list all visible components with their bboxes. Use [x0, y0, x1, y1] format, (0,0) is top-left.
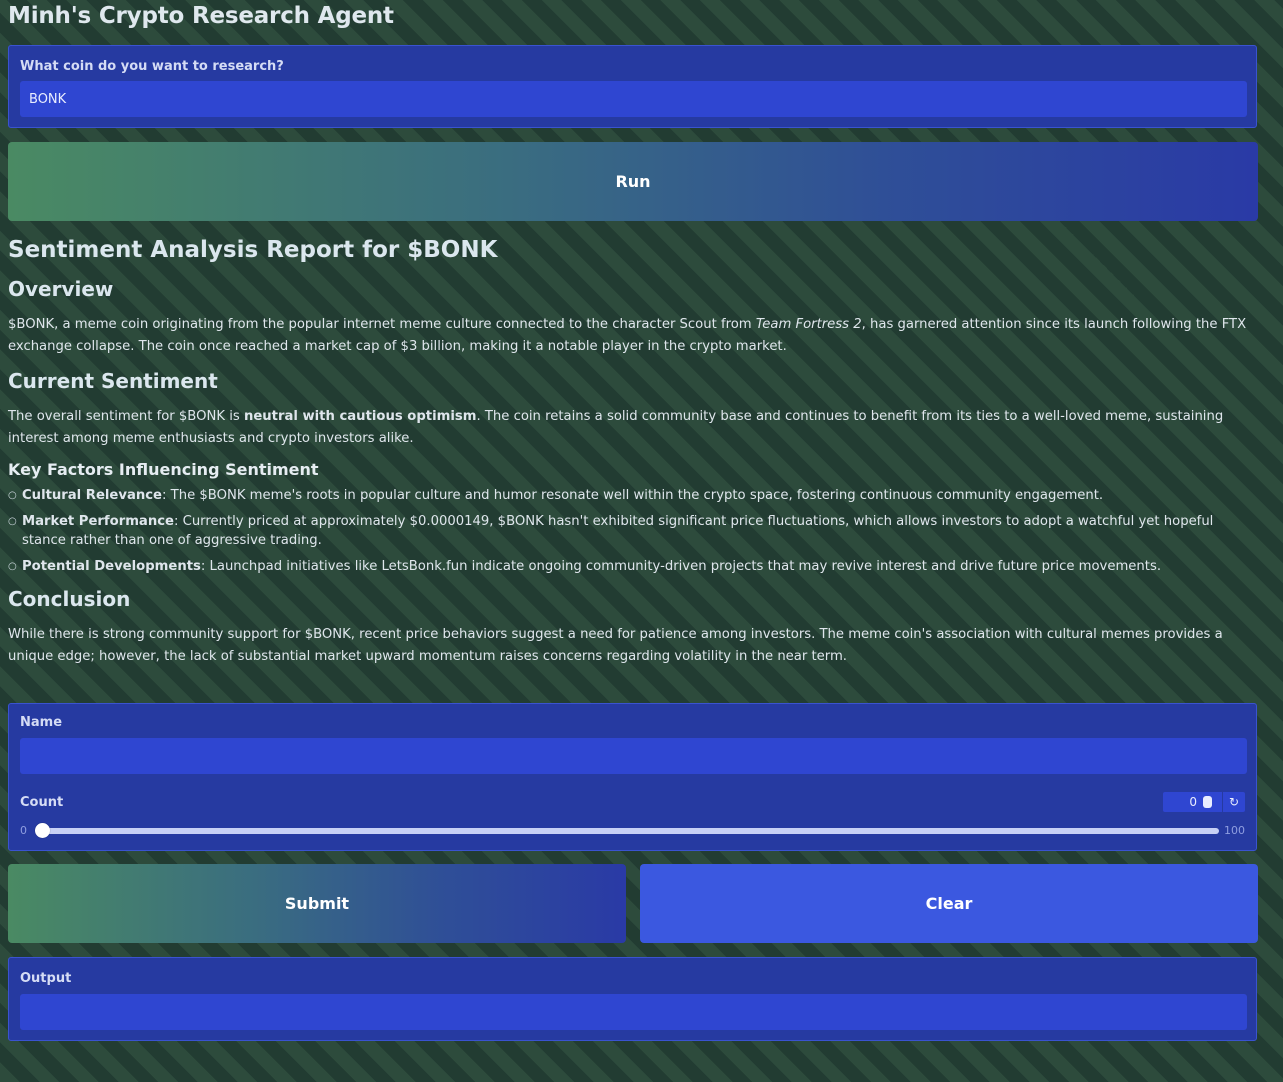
- bullet-icon: ○: [8, 490, 17, 501]
- clear-button[interactable]: Clear: [640, 864, 1258, 943]
- coin-input[interactable]: [20, 81, 1247, 117]
- research-panel: What coin do you want to research?: [8, 45, 1257, 128]
- factors-heading: Key Factors Influencing Sentiment: [8, 460, 319, 479]
- app-title: Minh's Crypto Research Agent: [8, 3, 394, 29]
- count-slider-track[interactable]: [41, 828, 1219, 834]
- spinner-arrows-icon[interactable]: [1203, 796, 1212, 808]
- output-field[interactable]: [20, 994, 1247, 1030]
- conclusion-text: While there is strong community support …: [8, 627, 1223, 664]
- list-item: ○ Potential Developments: Launchpad initi…: [8, 557, 1258, 576]
- factor-title: Market Performance: [22, 514, 174, 529]
- count-label: Count: [20, 795, 64, 810]
- conclusion-heading: Conclusion: [8, 587, 131, 611]
- factor-text: : Launchpad initiatives like LetsBonk.fu…: [200, 559, 1162, 574]
- report-title: Sentiment Analysis Report for $BONK: [8, 237, 498, 263]
- factor-text: : The $BONK meme's roots in popular cult…: [162, 488, 1104, 503]
- slider-max-label: 100: [1224, 824, 1245, 837]
- overview-text-part: $BONK, a meme coin originating from the …: [8, 317, 756, 332]
- bullet-icon: ○: [8, 516, 17, 527]
- report: Sentiment Analysis Report for $BONK Over…: [8, 234, 1258, 678]
- name-label: Name: [20, 715, 63, 730]
- sentiment-text: The overall sentiment for $BONK is neutr…: [8, 406, 1258, 450]
- overview-text: $BONK, a meme coin originating from the …: [8, 314, 1258, 358]
- overview-text-emphasis: Team Fortress 2: [755, 317, 862, 332]
- factor-text: : Currently priced at approximately $0.0…: [22, 514, 1214, 548]
- form-panel: Name Count 0 ↻ 0 100: [8, 703, 1257, 851]
- count-number-box[interactable]: 0 ↻: [1163, 792, 1245, 812]
- output-label: Output: [20, 971, 72, 986]
- factor-title: Cultural Relevance: [22, 488, 163, 503]
- reset-icon[interactable]: ↻: [1222, 792, 1245, 812]
- submit-button[interactable]: Submit: [8, 864, 626, 943]
- factor-title: Potential Developments: [22, 559, 201, 574]
- name-input[interactable]: [20, 738, 1247, 774]
- count-slider-thumb[interactable]: [34, 823, 50, 838]
- overview-heading: Overview: [8, 277, 114, 301]
- bullet-icon: ○: [8, 561, 17, 572]
- run-button[interactable]: Run: [8, 142, 1258, 221]
- count-value[interactable]: 0: [1189, 795, 1197, 809]
- list-item: ○ Market Performance: Currently priced at…: [8, 512, 1258, 550]
- sentiment-text-part: The overall sentiment for $BONK is: [8, 409, 244, 424]
- slider-min-label: 0: [20, 824, 27, 837]
- output-panel: Output: [8, 957, 1257, 1041]
- sentiment-text-bold: neutral with cautious optimism: [243, 409, 477, 424]
- factors-list: ○ Cultural Relevance: The $BONK meme's ro…: [8, 486, 1258, 576]
- research-label: What coin do you want to research?: [20, 59, 284, 74]
- list-item: ○ Cultural Relevance: The $BONK meme's ro…: [8, 486, 1258, 505]
- app-root: Minh's Crypto Research Agent What coin d…: [0, 0, 1283, 1082]
- sentiment-heading: Current Sentiment: [8, 369, 218, 393]
